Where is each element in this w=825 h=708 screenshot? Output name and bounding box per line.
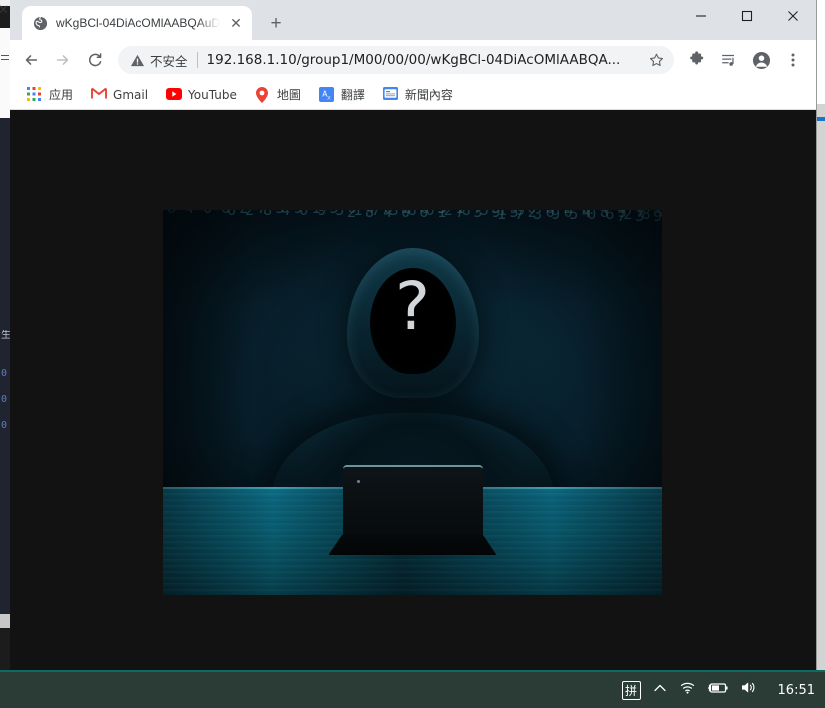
extensions-puzzle-icon[interactable] [682, 45, 712, 75]
three-dot-menu-icon[interactable] [778, 45, 808, 75]
chrome-browser-window: wKgBCl-04DiAcOMlAABQAuD ✕ + 不安全 192.168.… [10, 0, 817, 672]
new-tab-button[interactable]: + [262, 9, 290, 37]
left-sliver-line-1 [1, 55, 9, 56]
address-bar[interactable]: 不安全 192.168.1.10/group1/M00/00/00/wKgBCl… [118, 46, 674, 74]
back-button[interactable] [16, 45, 46, 75]
not-secure-warning-icon [130, 53, 145, 68]
close-button[interactable] [770, 0, 816, 32]
bookmark-label: YouTube [188, 87, 237, 102]
windows-taskbar: 拼 16:51 [0, 672, 825, 708]
maximize-button[interactable] [724, 0, 770, 32]
bookmark-gmail[interactable]: Gmail [84, 84, 155, 106]
vertical-scrollbar[interactable] [801, 110, 816, 671]
news-icon [382, 86, 399, 103]
reading-list-icon[interactable] [714, 45, 744, 75]
clock[interactable]: 16:51 [778, 683, 815, 698]
youtube-icon [166, 87, 183, 103]
battery-charging-icon[interactable] [707, 681, 729, 700]
omnibox-separator [196, 52, 198, 68]
apps-grid-icon [27, 86, 43, 103]
laptop-webcam-dot [356, 480, 360, 483]
left-sliver-line-2 [1, 59, 9, 60]
svg-text:x: x [327, 93, 331, 101]
translate-icon: Ax [318, 86, 335, 103]
bookmark-youtube[interactable]: YouTube [159, 84, 244, 106]
left-sliver-close-icon[interactable]: ✕ [0, 2, 9, 18]
minimize-button[interactable] [678, 0, 724, 32]
ime-indicator-icon[interactable]: 拼 [621, 680, 641, 700]
url-text[interactable]: 192.168.1.10/group1/M00/00/00/wKgBCl-04D… [207, 52, 642, 68]
bookmark-label: 新聞內容 [404, 88, 453, 102]
tab-strip: wKgBCl-04DiAcOMlAABQAuD ✕ + [10, 0, 816, 40]
tab-title: wKgBCl-04DiAcOMlAABQAuD [56, 16, 220, 30]
bookmarks-bar: 应用 Gmail YouTube 地圖 Ax 翻譯 新聞內容 [10, 80, 816, 110]
bookmark-label: 应用 [49, 88, 74, 102]
reload-button[interactable] [80, 45, 110, 75]
bookmark-label: 地圖 [276, 88, 301, 102]
bookmark-star-icon[interactable] [642, 46, 670, 74]
laptop-screen [342, 465, 483, 537]
laptop-base [328, 535, 497, 555]
bookmark-label: 翻譯 [340, 88, 365, 102]
gmail-icon [91, 87, 107, 103]
bookmark-label: Gmail [113, 87, 149, 102]
bookmark-maps[interactable]: 地圖 [248, 83, 308, 106]
security-status-text: 不安全 [150, 53, 188, 69]
profile-avatar-icon[interactable] [746, 45, 776, 75]
wifi-icon[interactable] [679, 680, 696, 700]
bookmark-news[interactable]: 新聞內容 [376, 83, 460, 106]
browser-tab[interactable]: wKgBCl-04DiAcOMlAABQAuD ✕ [22, 6, 252, 40]
show-hidden-icons-chevron[interactable] [652, 680, 668, 701]
tab-close-icon[interactable]: ✕ [228, 15, 244, 31]
forward-button[interactable] [48, 45, 78, 75]
window-controls [678, 0, 816, 32]
bookmark-translate[interactable]: Ax 翻譯 [312, 83, 372, 106]
globe-icon [32, 15, 48, 31]
browser-toolbar: 不安全 192.168.1.10/group1/M00/00/00/wKgBCl… [10, 40, 816, 80]
maps-pin-icon [255, 86, 271, 103]
question-mark-glyph: ? [394, 268, 431, 345]
speaker-icon[interactable] [740, 680, 758, 700]
bookmark-apps[interactable]: 应用 [20, 83, 80, 106]
page-viewport: 8 4 0 6 2 7 3 9 1 5 0 4 8 2 6 3 7 3 9 5 … [10, 110, 816, 671]
hacker-image[interactable]: 8 4 0 6 2 7 3 9 1 5 0 4 8 2 6 3 7 3 9 5 … [163, 210, 662, 595]
system-tray: 拼 16:51 [621, 680, 817, 701]
